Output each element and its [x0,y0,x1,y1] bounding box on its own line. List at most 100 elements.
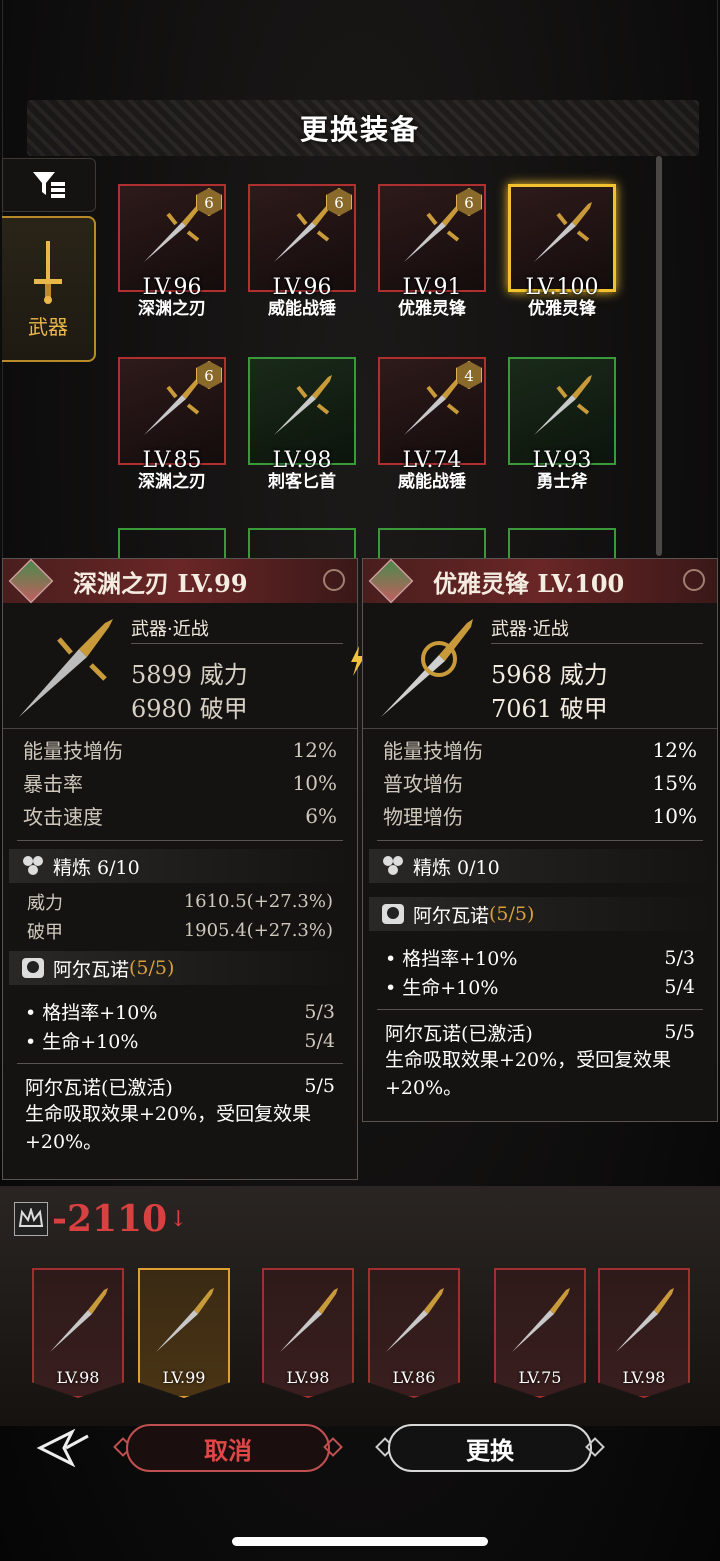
stat-row: 能量技增伤 12% [3,733,357,766]
power-delta: -2110 ↓ [14,1198,188,1240]
slot-level: LV.86 [392,1368,436,1387]
inventory-item-partial[interactable] [118,528,226,558]
inventory-item[interactable]: 6 LV.85 深渊之刃 [118,357,226,492]
equipped-slot[interactable]: LV.99 [138,1268,230,1398]
set-bonus-row: • 格挡率+10% 5/3 [363,943,717,972]
equipped-slot[interactable]: LV.75 [494,1268,586,1398]
set-active-label: 阿尔瓦诺(已激活) [25,1076,173,1099]
set-name: 阿尔瓦诺 [53,958,130,981]
set-active-row: 阿尔瓦诺(已激活) 5/5 [363,1018,717,1046]
lock-icon[interactable] [323,569,345,591]
item-name: 深渊之刃 [138,472,206,492]
tab-weapon[interactable]: 武器 [2,216,96,362]
set-icon [19,956,47,980]
current-item-type: 武器·近战 [131,619,209,640]
set-count: (5/5) [489,903,535,925]
refine-row-value: 1905.4(+27.3%) [183,920,333,941]
inventory-item[interactable]: LV.93 勇士斧 [508,357,616,492]
candidate-item-power: 5968 威力 [491,661,608,689]
set-description: 生命吸取效果+20%，受回复效果+20%。 [25,1103,312,1153]
candidate-item-panel: 优雅灵锋 LV.100 武器·近战 5968 威力 7061 破甲 能量技增伤 1… [362,558,718,1122]
refine-row: 威力 1610.5(+27.3%) [3,887,357,916]
refine-label: 精炼 6/10 [53,856,140,879]
divider [17,840,343,841]
current-item-avatar [8,558,54,604]
candidate-item-summary: 武器·近战 5968 威力 7061 破甲 [363,603,717,729]
set-bonus-value: 5/4 [304,1029,335,1052]
set-bonus-label: • 格挡率+10% [385,948,518,970]
cancel-button[interactable]: 取消 [126,1424,330,1472]
equipment-icon [156,1288,214,1352]
equipped-slot[interactable]: LV.98 [262,1268,354,1398]
inventory-item[interactable]: 6 LV.96 深渊之刃 [118,184,226,319]
candidate-item-type: 武器·近战 [491,619,569,640]
equipment-icon [512,1288,570,1352]
current-item-summary: 武器·近战 5899 威力 6980 破甲 [3,603,357,729]
candidate-item-image [381,619,473,717]
stat-row: 普攻增伤 15% [363,766,717,799]
stat-label: 普攻增伤 [383,772,463,796]
back-icon[interactable] [36,1428,92,1468]
refine-row-label: 威力 [27,892,63,914]
confirm-button[interactable]: 更换 [388,1424,592,1472]
weapon-icon [274,375,332,435]
equipped-slot[interactable]: LV.98 [598,1268,690,1398]
inventory-item-partial[interactable] [248,528,356,558]
refine-row: 破甲 1905.4(+27.3%) [3,916,357,945]
slot-level: LV.99 [162,1368,206,1387]
set-bonus-value: 5/4 [664,975,695,998]
inventory-item[interactable]: LV.98 刺客匕首 [248,357,356,492]
slot-level: LV.98 [56,1368,100,1387]
equipped-slot[interactable]: LV.98 [32,1268,124,1398]
page-title: 更换装备 [299,113,420,146]
equipment-icon [280,1288,338,1352]
divider [377,840,703,841]
set-bonus-value: 5/3 [304,1000,335,1023]
filter-icon [33,172,65,198]
lock-icon[interactable] [683,569,705,591]
stat-value: 15% [652,770,697,795]
set-bonus-row: • 生命+10% 5/4 [363,972,717,1001]
sword-icon [34,240,62,304]
candidate-item-avatar [368,558,414,604]
item-name: 勇士斧 [536,472,588,492]
stat-row: 能量技增伤 12% [363,733,717,766]
item-name: 刺客匕首 [268,472,336,492]
stat-label: 能量技增伤 [23,739,123,763]
weapon-icon [534,375,592,435]
item-name: 威能战锤 [398,472,466,492]
equipment-icon [386,1288,444,1352]
refine-icon [19,854,47,878]
refine-icon [379,854,407,878]
inventory-item-partial[interactable] [508,528,616,558]
inventory-item[interactable]: 6 LV.91 优雅灵锋 [378,184,486,319]
set-bonus-row: • 生命+10% 5/4 [3,1026,357,1055]
inventory-item[interactable]: 6 LV.96 威能战锤 [248,184,356,319]
stat-label: 攻击速度 [23,805,103,829]
current-item-header: 深渊之刃 LV.99 [3,558,357,604]
filter-button[interactable] [2,158,96,212]
item-name: 威能战锤 [268,299,336,319]
set-active-label: 阿尔瓦诺(已激活) [385,1022,533,1045]
stat-value: 12% [292,737,337,762]
slot-level: LV.98 [622,1368,666,1387]
current-item-image [19,619,113,717]
arrow-down-icon: ↓ [169,1206,188,1232]
set-name: 阿尔瓦诺 [413,904,490,927]
inventory-item-partial[interactable] [378,528,486,558]
stat-value: 12% [652,737,697,762]
candidate-item-title: 优雅灵锋 LV.100 [433,568,625,598]
set-active-row: 阿尔瓦诺(已激活) 5/5 [3,1072,357,1100]
set-bonus-value: 5/3 [664,946,695,969]
equipped-slot[interactable]: LV.86 [368,1268,460,1398]
inventory-scrollbar[interactable] [656,156,662,556]
stat-value: 10% [652,803,697,828]
divider [17,1063,343,1064]
inventory-item[interactable]: LV.100 优雅灵锋 [508,184,616,319]
inventory-item[interactable]: 4 LV.74 威能战锤 [378,357,486,492]
set-bonus-row: • 格挡率+10% 5/3 [3,997,357,1026]
refine-header: 精炼 0/10 [369,849,711,883]
home-indicator[interactable] [232,1537,488,1546]
tab-weapon-label: 武器 [28,314,68,339]
stat-value: 6% [305,803,337,828]
